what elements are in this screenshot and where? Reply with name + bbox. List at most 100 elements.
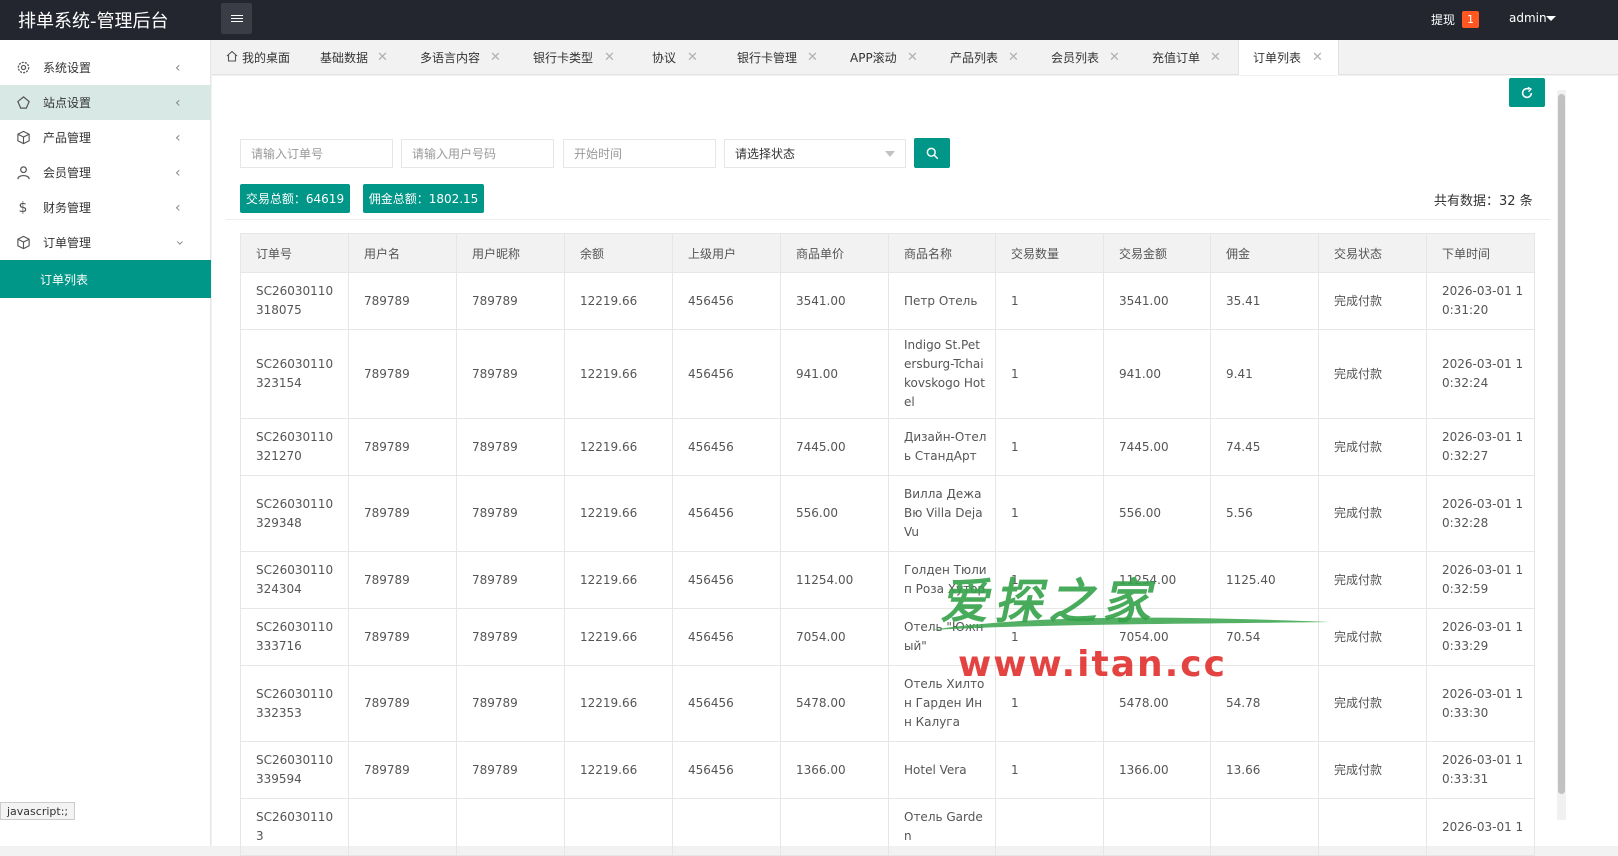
trade-total-badge: 交易总额：64619 [240, 184, 350, 213]
scrollbar[interactable] [1557, 90, 1566, 820]
tab-member-list[interactable]: 会员列表 ✕ [1051, 40, 1120, 75]
sidebar-item-system-settings[interactable]: 系统设置 ‹ [0, 50, 211, 85]
sidebar-item-label: 财务管理 [43, 201, 92, 215]
table-row[interactable]: SC26030110329348 789789 789789 12219.66 4564… [240, 475, 1535, 552]
tab-home[interactable]: 我的桌面 [226, 40, 290, 75]
table-cell: 35.41 [1210, 272, 1319, 330]
close-icon[interactable]: ✕ [1008, 50, 1019, 65]
sidebar-subitem-order-list[interactable]: 订单列表 [0, 260, 211, 298]
table-cell: 556.00 [780, 475, 889, 552]
withdraw-count-badge: 1 [1462, 11, 1479, 28]
table-cell: 完成付款 [1318, 741, 1427, 799]
app-title: 排单系统-管理后台 [18, 11, 169, 32]
order-number-input[interactable]: 请输入订单号 [240, 139, 393, 168]
table-cell: 2026-03-01 10:32:28 [1426, 475, 1535, 552]
table-cell: 789789 [348, 272, 457, 330]
search-icon [926, 147, 938, 159]
user-menu[interactable]: admin [1509, 11, 1547, 25]
tab-multilang-content[interactable]: 多语言内容 ✕ [420, 40, 501, 75]
table-row[interactable]: SC26030110339594 789789 789789 12219.66 4564… [240, 741, 1535, 799]
table-cell: 789789 [456, 329, 565, 419]
table-cell: 789789 [456, 551, 565, 609]
sidebar-item-site-settings[interactable]: 站点设置 ‹ [0, 85, 211, 120]
table-cell: 12219.66 [564, 272, 673, 330]
table-cell: 12219.66 [564, 329, 673, 419]
tab-label: 产品列表 [950, 51, 999, 65]
tab-recharge-orders[interactable]: 充值订单 ✕ [1152, 40, 1221, 75]
browser-status-bar: javascript:; [0, 802, 76, 820]
table-row[interactable]: SC26030110318075 789789 789789 12219.66 4564… [240, 272, 1535, 330]
tab-label: 会员列表 [1051, 51, 1100, 65]
chevron-down-icon[interactable] [1546, 16, 1556, 21]
status-select[interactable]: 请选择状态 [724, 139, 906, 168]
chevron-left-icon: ‹ [175, 129, 181, 146]
table-cell [348, 798, 457, 856]
close-icon[interactable]: ✕ [490, 50, 501, 65]
tab-product-list[interactable]: 产品列表 ✕ [950, 40, 1019, 75]
start-time-input[interactable]: 开始时间 [563, 139, 716, 168]
site-icon [15, 95, 31, 111]
home-icon [226, 50, 238, 65]
close-icon[interactable]: ✕ [1210, 50, 1221, 65]
search-button[interactable] [914, 138, 950, 168]
table-cell: SC26030110333716 [240, 608, 349, 666]
close-icon[interactable]: ✕ [687, 50, 698, 65]
table-cell: 12219.66 [564, 608, 673, 666]
table-cell: Вилла Дежа Вю Villa Deja Vu [888, 475, 996, 552]
user-number-input[interactable]: 请输入用户号码 [401, 139, 554, 168]
tab-order-list[interactable]: 订单列表 ✕ [1238, 40, 1339, 75]
close-icon[interactable]: ✕ [377, 50, 388, 65]
tab-bank-card-management[interactable]: 银行卡管理 ✕ [737, 40, 818, 75]
scrollbar-thumb[interactable] [1558, 94, 1565, 794]
table-row[interactable]: SC26030110324304 789789 789789 12219.66 4564… [240, 551, 1535, 609]
table-cell [672, 798, 781, 856]
column-header: 上级用户 [672, 233, 781, 273]
refresh-button[interactable] [1509, 78, 1545, 107]
table-cell: Indigo St.Petersburg-Tchaikovskogo Hotel [888, 329, 996, 419]
column-header: 交易数量 [995, 233, 1104, 273]
sidebar-item-product-management[interactable]: 产品管理 ‹ [0, 120, 211, 155]
tab-label: 协议 [652, 51, 677, 65]
table-cell: 941.00 [1103, 329, 1211, 419]
table-cell: 789789 [456, 272, 565, 330]
table-cell: 12219.66 [564, 475, 673, 552]
table-cell [564, 798, 673, 856]
tab-agreement[interactable]: 协议 ✕ [652, 40, 698, 75]
table-row[interactable]: SC26030110332353 789789 789789 12219.66 4564… [240, 665, 1535, 742]
table-cell: SC26030110329348 [240, 475, 349, 552]
close-icon[interactable]: ✕ [907, 50, 918, 65]
sidebar-item-finance-management[interactable]: $ 财务管理 ‹ [0, 190, 211, 225]
tab-app-scroll[interactable]: APP滚动 ✕ [850, 40, 918, 75]
table-cell: 完成付款 [1318, 329, 1427, 419]
close-icon[interactable]: ✕ [807, 50, 818, 65]
order-table: 订单号 用户名 用户昵称 余额 上级用户 商品单价 商品名称 交易数量 交易金额 佣金 交易状态 下单… [240, 233, 1535, 856]
table-cell: 1 [995, 329, 1104, 419]
table-cell: 7054.00 [1103, 608, 1211, 666]
dropdown-caret-icon [885, 151, 895, 157]
table-row[interactable]: SC260301103 Отель Garden 2026-03-01 1 [240, 798, 1535, 856]
record-count: 共有数据：32 条 [1434, 194, 1533, 209]
column-header: 用户昵称 [456, 233, 565, 273]
table-cell: 2026-03-01 10:32:24 [1426, 329, 1535, 419]
sidebar-item-member-management[interactable]: 会员管理 ‹ [0, 155, 211, 190]
menu-toggle-button[interactable] [221, 3, 252, 34]
table-cell: 12219.66 [564, 665, 673, 742]
table-cell: 456456 [672, 665, 781, 742]
sidebar-item-label: 订单管理 [43, 236, 92, 250]
sidebar-item-order-management[interactable]: 订单管理 ‹ [0, 225, 211, 260]
table-cell: 456456 [672, 608, 781, 666]
table-row[interactable]: SC26030110323154 789789 789789 12219.66 4564… [240, 329, 1535, 419]
column-header: 商品名称 [888, 233, 996, 273]
table-row[interactable]: SC26030110333716 789789 789789 12219.66 4564… [240, 608, 1535, 666]
table-cell: 完成付款 [1318, 418, 1427, 476]
tab-basic-data[interactable]: 基础数据 ✕ [320, 40, 388, 75]
withdraw-link[interactable]: 提现 [1431, 11, 1455, 28]
tab-bank-card-type[interactable]: 银行卡类型 ✕ [533, 40, 615, 75]
tab-label: 多语言内容 [420, 51, 481, 65]
close-icon[interactable]: ✕ [604, 50, 615, 65]
table-cell: Голден Тюлип Роза Хутор [888, 551, 996, 609]
close-icon[interactable]: ✕ [1109, 50, 1120, 65]
close-icon[interactable]: ✕ [1312, 50, 1323, 65]
table-cell: Отель "Южный" [888, 608, 996, 666]
table-row[interactable]: SC26030110321270 789789 789789 12219.66 4564… [240, 418, 1535, 476]
